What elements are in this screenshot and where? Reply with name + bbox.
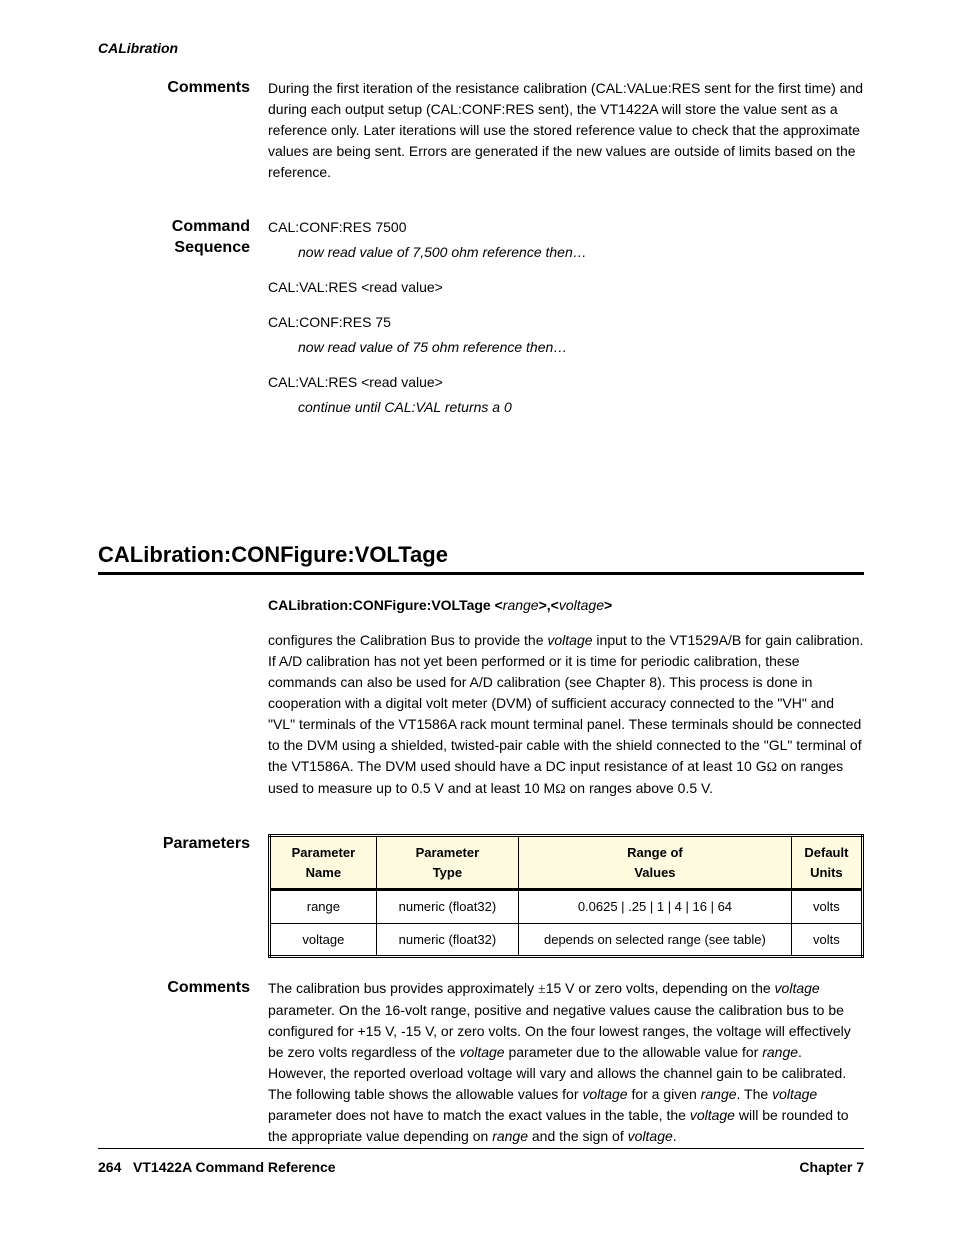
c2-t17: and the sign of bbox=[528, 1128, 628, 1144]
c2-t9: for a given bbox=[628, 1086, 701, 1102]
cell-r0c1: numeric (float32) bbox=[376, 890, 518, 924]
running-header: CALibration bbox=[98, 40, 864, 56]
comments-section-1: Comments During the first iteration of t… bbox=[98, 78, 864, 197]
th-default: Default Units bbox=[791, 836, 862, 890]
cell-r0c0: range bbox=[270, 890, 377, 924]
c2-i4: voltage bbox=[459, 1044, 504, 1060]
cell-r1c3: volts bbox=[791, 923, 862, 957]
th-type: Parameter Type bbox=[376, 836, 518, 890]
th-name: Parameter Name bbox=[270, 836, 377, 890]
footer-left: 264 VT1422A Command Reference bbox=[98, 1159, 336, 1175]
footer-line: 264 VT1422A Command Reference Chapter 7 bbox=[98, 1159, 864, 1175]
plus-minus-icon: ± bbox=[538, 982, 546, 997]
section-label-params: Parameters bbox=[98, 834, 268, 958]
syntax-p2: voltage bbox=[559, 597, 604, 613]
c2-t0: The calibration bus provides approximate… bbox=[268, 980, 538, 996]
parameters-table: Parameter Name Parameter Type Range of V… bbox=[268, 834, 864, 958]
c2-t1: 15 V or zero volts, depending on the bbox=[546, 980, 775, 996]
table-row: voltage numeric (float32) depends on sel… bbox=[270, 923, 863, 957]
footer-rule bbox=[98, 1148, 864, 1149]
section-label-comments-2: Comments bbox=[98, 978, 268, 1161]
comments-1-p1: During the first iteration of the resist… bbox=[268, 78, 864, 183]
section-label-comments-1: Comments bbox=[98, 78, 268, 197]
desc-p1-t0: configures the Calibration Bus to provid… bbox=[268, 632, 547, 648]
desc-p1-t2: input to the VT1529A/B for gain calibrat… bbox=[268, 632, 863, 774]
omega-2: Ω bbox=[555, 782, 565, 797]
footer-chapter: Chapter 7 bbox=[799, 1159, 864, 1175]
command-title-block: CALibration:CONFigure:VOLTage bbox=[98, 542, 864, 575]
c2-t11: . The bbox=[737, 1086, 773, 1102]
cmdseq-line-4: now read value of 75 ohm reference then… bbox=[298, 337, 864, 358]
c2-t19: . bbox=[673, 1128, 677, 1144]
command-sequence-section: Command Sequence CAL:CONF:RES 7500 now r… bbox=[98, 217, 864, 432]
cmdseq-line-3: CAL:CONF:RES 75 bbox=[268, 312, 864, 333]
cmdseq-line-6: continue until CAL:VAL returns a 0 bbox=[298, 397, 864, 418]
footer-doc-title: VT1422A Command Reference bbox=[133, 1159, 336, 1175]
command-title: CALibration:CONFigure:VOLTage bbox=[98, 542, 864, 568]
c2-i8: voltage bbox=[582, 1086, 627, 1102]
section-body-comments-2: The calibration bus provides approximate… bbox=[268, 978, 864, 1161]
table-row: range numeric (float32) 0.0625 | .25 | 1… bbox=[270, 890, 863, 924]
cell-r1c2: depends on selected range (see table) bbox=[519, 923, 792, 957]
page-footer: 264 VT1422A Command Reference Chapter 7 bbox=[98, 1148, 864, 1175]
c2-t13: parameter does not have to match the exa… bbox=[268, 1107, 690, 1123]
parameters-section: Parameters Parameter Name Parameter Type… bbox=[98, 834, 864, 958]
c2-i12: voltage bbox=[772, 1086, 817, 1102]
cmdseq-line-0: CAL:CONF:RES 7500 bbox=[268, 217, 864, 238]
cell-r1c0: voltage bbox=[270, 923, 377, 957]
syntax-cmd: CALibration:CONFigure:VOLTage bbox=[268, 597, 491, 613]
cell-r0c3: volts bbox=[791, 890, 862, 924]
angle-close-1: >,< bbox=[539, 597, 559, 613]
syntax-line: CALibration:CONFigure:VOLTage <range>,<v… bbox=[268, 595, 864, 616]
param-header-row: Parameter Name Parameter Type Range of V… bbox=[270, 836, 863, 890]
c2-t5: parameter due to the allowable value for bbox=[505, 1044, 763, 1060]
angle-close-2: > bbox=[604, 597, 612, 613]
c2-i2: voltage bbox=[775, 980, 820, 996]
syntax-section: CALibration:CONFigure:VOLTage <range>,<v… bbox=[98, 595, 864, 814]
footer-page-number: 264 bbox=[98, 1159, 121, 1175]
th-range: Range of Values bbox=[519, 836, 792, 890]
title-rule bbox=[98, 572, 864, 575]
comments-section-2: Comments The calibration bus provides ap… bbox=[98, 978, 864, 1161]
omega-1: Ω bbox=[767, 760, 777, 775]
desc-p1: configures the Calibration Bus to provid… bbox=[268, 630, 864, 800]
cell-r1c1: numeric (float32) bbox=[376, 923, 518, 957]
c2-i14: voltage bbox=[690, 1107, 735, 1123]
syntax-spacer bbox=[98, 595, 268, 814]
cell-r0c2: 0.0625 | .25 | 1 | 4 | 16 | 64 bbox=[519, 890, 792, 924]
c2-i18: voltage bbox=[628, 1128, 673, 1144]
c2-i10: range bbox=[701, 1086, 737, 1102]
params-body: Parameter Name Parameter Type Range of V… bbox=[268, 834, 864, 958]
comments-2-p1: The calibration bus provides approximate… bbox=[268, 978, 864, 1147]
desc-p1-t4: on ranges above 0.5 V. bbox=[566, 780, 713, 796]
c2-i16: range bbox=[492, 1128, 528, 1144]
c2-i6: range bbox=[762, 1044, 798, 1060]
cmdseq-line-5: CAL:VAL:RES <read value> bbox=[268, 372, 864, 393]
cmdseq-line-2: CAL:VAL:RES <read value> bbox=[268, 277, 864, 298]
cmdseq-line-1: now read value of 7,500 ohm reference th… bbox=[298, 242, 864, 263]
section-label-cmdseq: Command Sequence bbox=[98, 217, 268, 432]
angle-open-1: < bbox=[495, 597, 503, 613]
section-body-comments-1: During the first iteration of the resist… bbox=[268, 78, 864, 197]
section-body-cmdseq: CAL:CONF:RES 7500 now read value of 7,50… bbox=[268, 217, 864, 432]
desc-p1-i1: voltage bbox=[547, 632, 592, 648]
syntax-p1: range bbox=[503, 597, 539, 613]
syntax-body: CALibration:CONFigure:VOLTage <range>,<v… bbox=[268, 595, 864, 814]
